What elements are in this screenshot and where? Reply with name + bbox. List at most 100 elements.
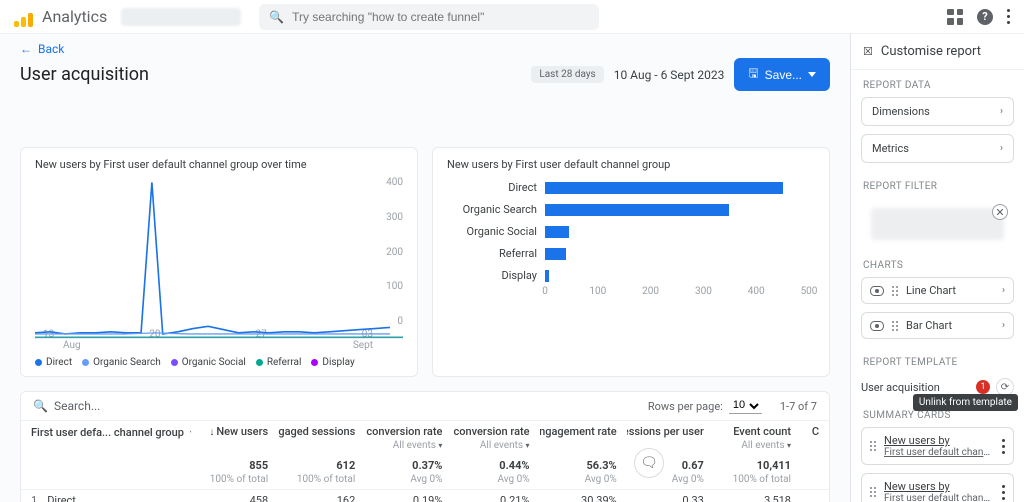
- customise-panel: ☒ Customise report REPORT DATA Dimension…: [850, 34, 1024, 502]
- bar-row: Referral: [447, 247, 815, 260]
- remove-filter-icon[interactable]: ✕: [992, 204, 1008, 220]
- line-chart-svg: [35, 177, 403, 339]
- chat-icon: 🗨: [640, 455, 658, 471]
- chevron-down-icon[interactable]: ▾: [190, 428, 191, 437]
- bar-fill: [545, 226, 569, 238]
- legend-dot-icon: [256, 359, 263, 366]
- col-event-count[interactable]: Event count: [733, 425, 791, 438]
- col-session-conv-rate[interactable]: Session conversion rate: [365, 425, 442, 438]
- legend-item[interactable]: Organic Social: [171, 357, 246, 368]
- table-row[interactable]: 1Direct4581620.19%0.21%30.39%0.333,518: [21, 490, 829, 502]
- drag-handle-icon[interactable]: [870, 441, 876, 451]
- account-crumb-blurred[interactable]: [121, 8, 241, 26]
- table-card: 🔍 Search... Rows per page: 10 1-7 of 7: [20, 391, 830, 502]
- back-label: Back: [38, 42, 64, 56]
- bar-row: Display: [447, 269, 815, 282]
- drag-handle-icon[interactable]: [892, 321, 898, 331]
- bar-label: Display: [447, 269, 537, 282]
- page-title: User acquisition: [20, 64, 149, 85]
- summary-line2: First user default chann...: [884, 447, 994, 458]
- customise-icon: ☒: [863, 45, 873, 58]
- bar-label: Organic Search: [447, 203, 537, 216]
- chevron-right-icon: ›: [1000, 143, 1003, 154]
- legend-label: Referral: [267, 357, 302, 368]
- col-engagement-rate[interactable]: Engagement rate: [540, 425, 617, 438]
- template-name: User acquisition: [861, 381, 940, 394]
- sort-desc-icon[interactable]: ↓: [209, 427, 214, 438]
- search-icon: 🔍: [269, 10, 284, 24]
- bar-row: Direct: [447, 181, 815, 194]
- bar-fill: [545, 182, 783, 194]
- chevron-right-icon: ›: [1002, 320, 1005, 331]
- visibility-icon[interactable]: [870, 321, 884, 331]
- overflow-menu-icon[interactable]: [1002, 439, 1005, 454]
- legend-label: Direct: [46, 357, 72, 368]
- legend-label: Organic Social: [182, 357, 246, 368]
- col-espu[interactable]: Engaged sessions per user: [627, 425, 704, 438]
- bar-x-ticks: 0100200300400500: [545, 286, 809, 300]
- report-filter-item[interactable]: ✕: [861, 198, 1014, 250]
- feedback-fab[interactable]: 🗨: [634, 448, 664, 478]
- top-bar: Analytics 🔍 ?: [0, 0, 1024, 34]
- dimension-header[interactable]: First user defa... channel group: [31, 426, 184, 439]
- bar-label: Direct: [447, 181, 537, 194]
- bar-row: Organic Search: [447, 203, 815, 216]
- bar-chart-card: New users by First user default channel …: [432, 147, 830, 377]
- legend-item[interactable]: Direct: [35, 357, 72, 368]
- col-overflow: C: [812, 425, 819, 438]
- col-new-users[interactable]: New users: [216, 425, 268, 438]
- drag-handle-icon[interactable]: [870, 487, 876, 497]
- date-preset-chip[interactable]: Last 28 days: [531, 66, 603, 83]
- overflow-menu-icon[interactable]: [1002, 485, 1005, 500]
- rows-per-page-select[interactable]: 10: [729, 398, 762, 414]
- save-button[interactable]: 🖫 Save...: [734, 58, 830, 91]
- visibility-icon[interactable]: [870, 286, 884, 296]
- line-legend: Direct Organic Search Organic Social Referr…: [35, 357, 403, 368]
- overflow-menu-icon[interactable]: [1007, 9, 1010, 24]
- bar-fill: [545, 270, 549, 282]
- table-search[interactable]: 🔍 Search...: [33, 399, 100, 413]
- col-user-conv-rate[interactable]: User conversion rate: [452, 425, 529, 438]
- chevron-right-icon: ›: [1002, 285, 1005, 296]
- chevron-right-icon: ›: [1000, 106, 1003, 117]
- legend-item[interactable]: Display: [311, 357, 354, 368]
- back-arrow-icon: ←: [20, 42, 32, 56]
- line-x-sublabels: Aug Sept: [35, 340, 403, 351]
- back-link[interactable]: ← Back: [20, 42, 830, 56]
- summary-card[interactable]: New users byFirst user default chann...: [861, 427, 1014, 465]
- report-content: ← Back User acquisition Last 28 days 10 …: [0, 34, 850, 502]
- sec-report-filter: REPORT FILTER: [851, 171, 1024, 198]
- global-search[interactable]: 🔍: [259, 4, 599, 30]
- rows-per-page-label: Rows per page:: [648, 400, 723, 413]
- help-icon[interactable]: ?: [977, 9, 993, 25]
- legend-item[interactable]: Organic Search: [82, 357, 161, 368]
- brand-label: Analytics: [42, 7, 107, 26]
- dimensions-pill[interactable]: Dimensions›: [861, 97, 1014, 126]
- line-chart-card: New users by First user default channel …: [20, 147, 418, 377]
- summary-line1: New users by: [884, 480, 994, 493]
- chart-item-line[interactable]: Line Chart ›: [861, 277, 1014, 304]
- global-search-input[interactable]: [292, 10, 589, 24]
- save-icon: 🖫: [748, 64, 758, 85]
- sec-charts: CHARTS: [851, 250, 1024, 277]
- summary-card[interactable]: New users byFirst user default chann...: [861, 473, 1014, 502]
- metrics-pill[interactable]: Metrics›: [861, 134, 1014, 163]
- legend-dot-icon: [311, 359, 318, 366]
- summary-line2: First user default chann...: [884, 493, 994, 502]
- date-range[interactable]: 10 Aug - 6 Sept 2023: [614, 68, 725, 82]
- search-icon: 🔍: [33, 399, 48, 413]
- drag-handle-icon[interactable]: [892, 286, 898, 296]
- bar-label: Organic Social: [447, 225, 537, 238]
- line-chart: 4003002001000: [35, 177, 403, 327]
- bar-row: Organic Social: [447, 225, 815, 238]
- chart-item-bar[interactable]: Bar Chart ›: [861, 312, 1014, 339]
- sec-report-template: REPORT TEMPLATE: [851, 347, 1024, 374]
- apps-icon[interactable]: [947, 9, 963, 25]
- summary-line1: New users by: [884, 434, 994, 447]
- page-info: 1-7 of 7: [780, 400, 817, 413]
- col-engaged-sessions[interactable]: Engaged sessions: [278, 425, 355, 438]
- customise-title: Customise report: [881, 44, 981, 59]
- legend-label: Organic Search: [93, 357, 161, 368]
- chart-item-label: Bar Chart: [906, 319, 952, 332]
- legend-item[interactable]: Referral: [256, 357, 302, 368]
